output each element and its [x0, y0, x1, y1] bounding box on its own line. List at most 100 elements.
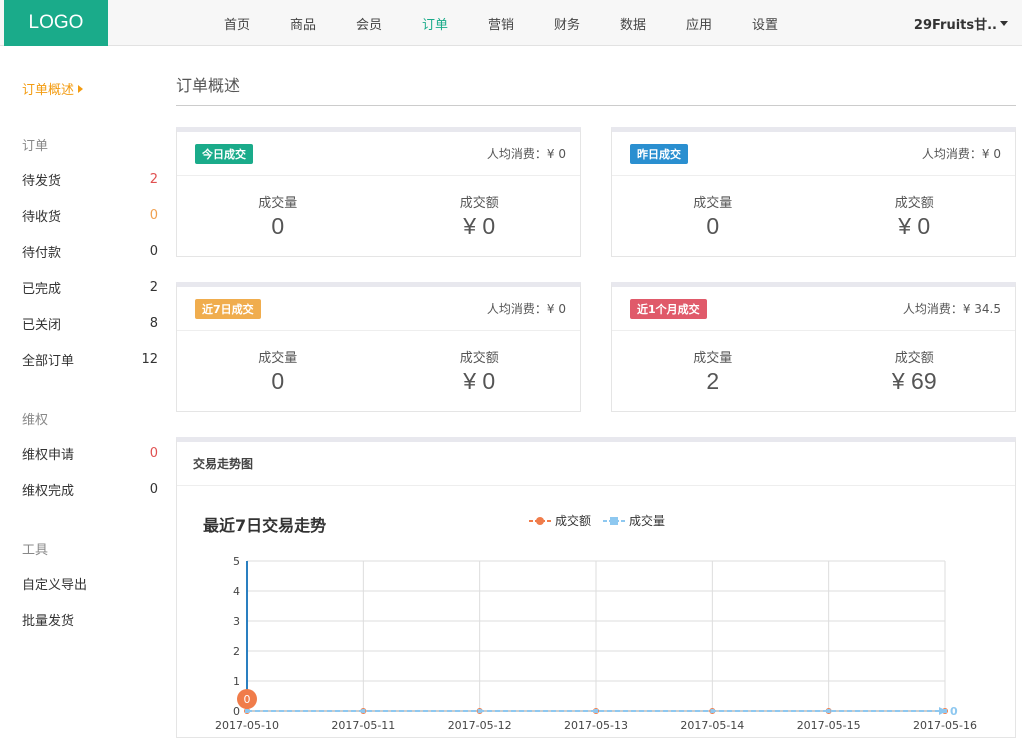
sidebar-item[interactable]: 待发货 2: [22, 169, 158, 189]
data-point[interactable]: [245, 709, 249, 713]
y-tick-label: 0: [233, 705, 240, 718]
stat-label: 成交额: [894, 196, 934, 211]
stat-label: 成交额: [894, 351, 934, 366]
sidebar-section-title: 订单: [22, 139, 49, 154]
stat-card-header: 昨日成交 人均消费：¥ 0: [612, 132, 1015, 176]
sidebar-item-label: 已关闭: [22, 317, 62, 333]
sidebar-item[interactable]: 自定义导出: [22, 573, 158, 593]
caret-right-icon: [78, 84, 84, 93]
stat-card: 今日成交 人均消费：¥ 0 成交量 0 成交额 ¥ 0: [176, 127, 581, 257]
data-point[interactable]: [710, 709, 715, 713]
stat-label: 成交量: [693, 196, 733, 211]
nav-item[interactable]: 设置: [732, 0, 798, 46]
user-menu[interactable]: 29Fruits甘..: [914, 0, 1008, 46]
nav-item[interactable]: 商品: [270, 0, 336, 46]
stat-card-header: 近1个月成交 人均消费：¥ 34.5: [612, 287, 1015, 331]
avg-spend: 人均消费：¥ 34.5: [902, 302, 1001, 316]
data-point[interactable]: [477, 709, 482, 713]
user-name[interactable]: 29Fruits甘..: [914, 14, 997, 33]
stat-card-body: 成交量 2 成交额 ¥ 69: [612, 331, 1015, 409]
period-badge: 近7日成交: [195, 298, 261, 319]
sidebar-item-label: 全部订单: [22, 353, 75, 369]
data-point[interactable]: [594, 709, 598, 713]
nav-item[interactable]: 财务: [534, 0, 600, 46]
y-tick-label: 2: [233, 645, 240, 658]
stat-card-body: 成交量 0 成交额 ¥ 0: [177, 331, 580, 409]
period-badge: 昨日成交: [630, 143, 688, 164]
sidebar-item[interactable]: 已关闭 8: [22, 313, 158, 333]
sidebar-section-title: 维权: [22, 413, 49, 428]
x-tick-label: 2017-05-12: [448, 719, 512, 732]
stat-volume: 成交量 0: [177, 331, 379, 409]
sidebar-item-count: 2: [149, 279, 158, 295]
chevron-down-icon[interactable]: [1000, 20, 1008, 26]
y-tick-label: 3: [233, 615, 240, 628]
sidebar-item-label: 待发货: [22, 173, 62, 189]
stat-label: 成交量: [258, 196, 298, 211]
nav-item[interactable]: 订单: [402, 0, 468, 46]
x-tick-label: 2017-05-15: [797, 719, 861, 732]
stat-amount: 成交额 ¥ 0: [814, 176, 1016, 254]
sidebar-current-item[interactable]: 订单概述: [22, 79, 84, 98]
stat-value: ¥ 0: [463, 213, 496, 239]
sidebar-item-label: 已完成: [22, 281, 62, 297]
sidebar-item[interactable]: 已完成 2: [22, 277, 158, 297]
sidebar-item[interactable]: 待收货 0: [22, 205, 158, 225]
x-tick-label: 2017-05-14: [680, 719, 744, 732]
stat-card-body: 成交量 0 成交额 ¥ 0: [612, 176, 1015, 254]
sidebar-item-count: 2: [149, 171, 158, 187]
stat-value: 0: [706, 213, 720, 239]
sidebar-item-count: 12: [141, 351, 158, 367]
nav-item[interactable]: 应用: [666, 0, 732, 46]
nav-item[interactable]: 营销: [468, 0, 534, 46]
sidebar-item[interactable]: 维权申请 0: [22, 443, 158, 463]
stat-card-header: 近7日成交 人均消费：¥ 0: [177, 287, 580, 331]
sidebar-item-count: 8: [149, 315, 158, 331]
sidebar-item-count: 0: [149, 445, 158, 461]
stat-value: ¥ 69: [891, 368, 937, 394]
stat-card: 近1个月成交 人均消费：¥ 34.5 成交量 2 成交额 ¥ 69: [611, 282, 1016, 412]
trend-panel-title: 交易走势图: [177, 442, 1015, 486]
sidebar: 订单概述 订单待发货 2 待收货 0 待付款 0 已完成 2 已关闭 8 全部订单 12 维权维权申请 0…: [0, 47, 176, 738]
stat-amount: 成交额 ¥ 0: [379, 331, 581, 409]
sidebar-item[interactable]: 批量发货: [22, 609, 158, 629]
stat-value: 2: [706, 368, 720, 394]
sidebar-item-count: 0: [149, 243, 158, 259]
stat-amount: 成交额 ¥ 69: [814, 331, 1016, 409]
sidebar-current-label[interactable]: 订单概述: [22, 79, 74, 98]
stat-card-body: 成交量 0 成交额 ¥ 0: [177, 176, 580, 254]
stat-value: 0: [271, 213, 285, 239]
x-tick-label: 2017-05-10: [215, 719, 279, 732]
stat-label: 成交额: [459, 351, 499, 366]
sidebar-section-title: 工具: [22, 543, 49, 558]
nav-item[interactable]: 首页: [204, 0, 270, 46]
data-point[interactable]: [361, 709, 366, 713]
sidebar-item-label: 自定义导出: [22, 577, 88, 593]
x-tick-label: 2017-05-13: [564, 719, 628, 732]
data-point[interactable]: [826, 709, 831, 713]
sidebar-item-label: 批量发货: [22, 613, 75, 629]
x-tick-label: 2017-05-11: [331, 719, 395, 732]
sidebar-item[interactable]: 待付款 0: [22, 241, 158, 261]
period-badge: 今日成交: [195, 143, 253, 164]
sidebar-item-label: 待收货: [22, 209, 62, 225]
stat-card: 近7日成交 人均消费：¥ 0 成交量 0 成交额 ¥ 0: [176, 282, 581, 412]
sidebar-item-label: 维权完成: [22, 483, 75, 499]
sidebar-item[interactable]: 维权完成 0: [22, 479, 158, 499]
main-nav: 首页 商品 会员 订单 营销 财务 数据 应用 设置: [204, 0, 798, 46]
sidebar-item[interactable]: 全部订单 12: [22, 349, 158, 369]
nav-item[interactable]: 数据: [600, 0, 666, 46]
stat-volume: 成交量 0: [177, 176, 379, 254]
top-bar: LOGO 首页 商品 会员 订单 营销 财务 数据 应用 设置 29Fruits甘..: [0, 0, 1022, 46]
logo[interactable]: LOGO: [4, 0, 108, 46]
stat-amount: 成交额 ¥ 0: [379, 176, 581, 254]
sidebar-item-label: 待付款: [22, 245, 62, 261]
sidebar-item-count: 0: [149, 481, 158, 497]
stat-volume: 成交量 0: [612, 176, 814, 254]
nav-item[interactable]: 会员: [336, 0, 402, 46]
stat-card: 昨日成交 人均消费：¥ 0 成交量 0 成交额 ¥ 0: [611, 127, 1016, 257]
x-tick-label: 2017-05-16: [913, 719, 977, 732]
stat-value: 0: [271, 368, 285, 394]
sidebar-item-count: 0: [149, 207, 158, 223]
data-label: 0: [950, 705, 958, 718]
